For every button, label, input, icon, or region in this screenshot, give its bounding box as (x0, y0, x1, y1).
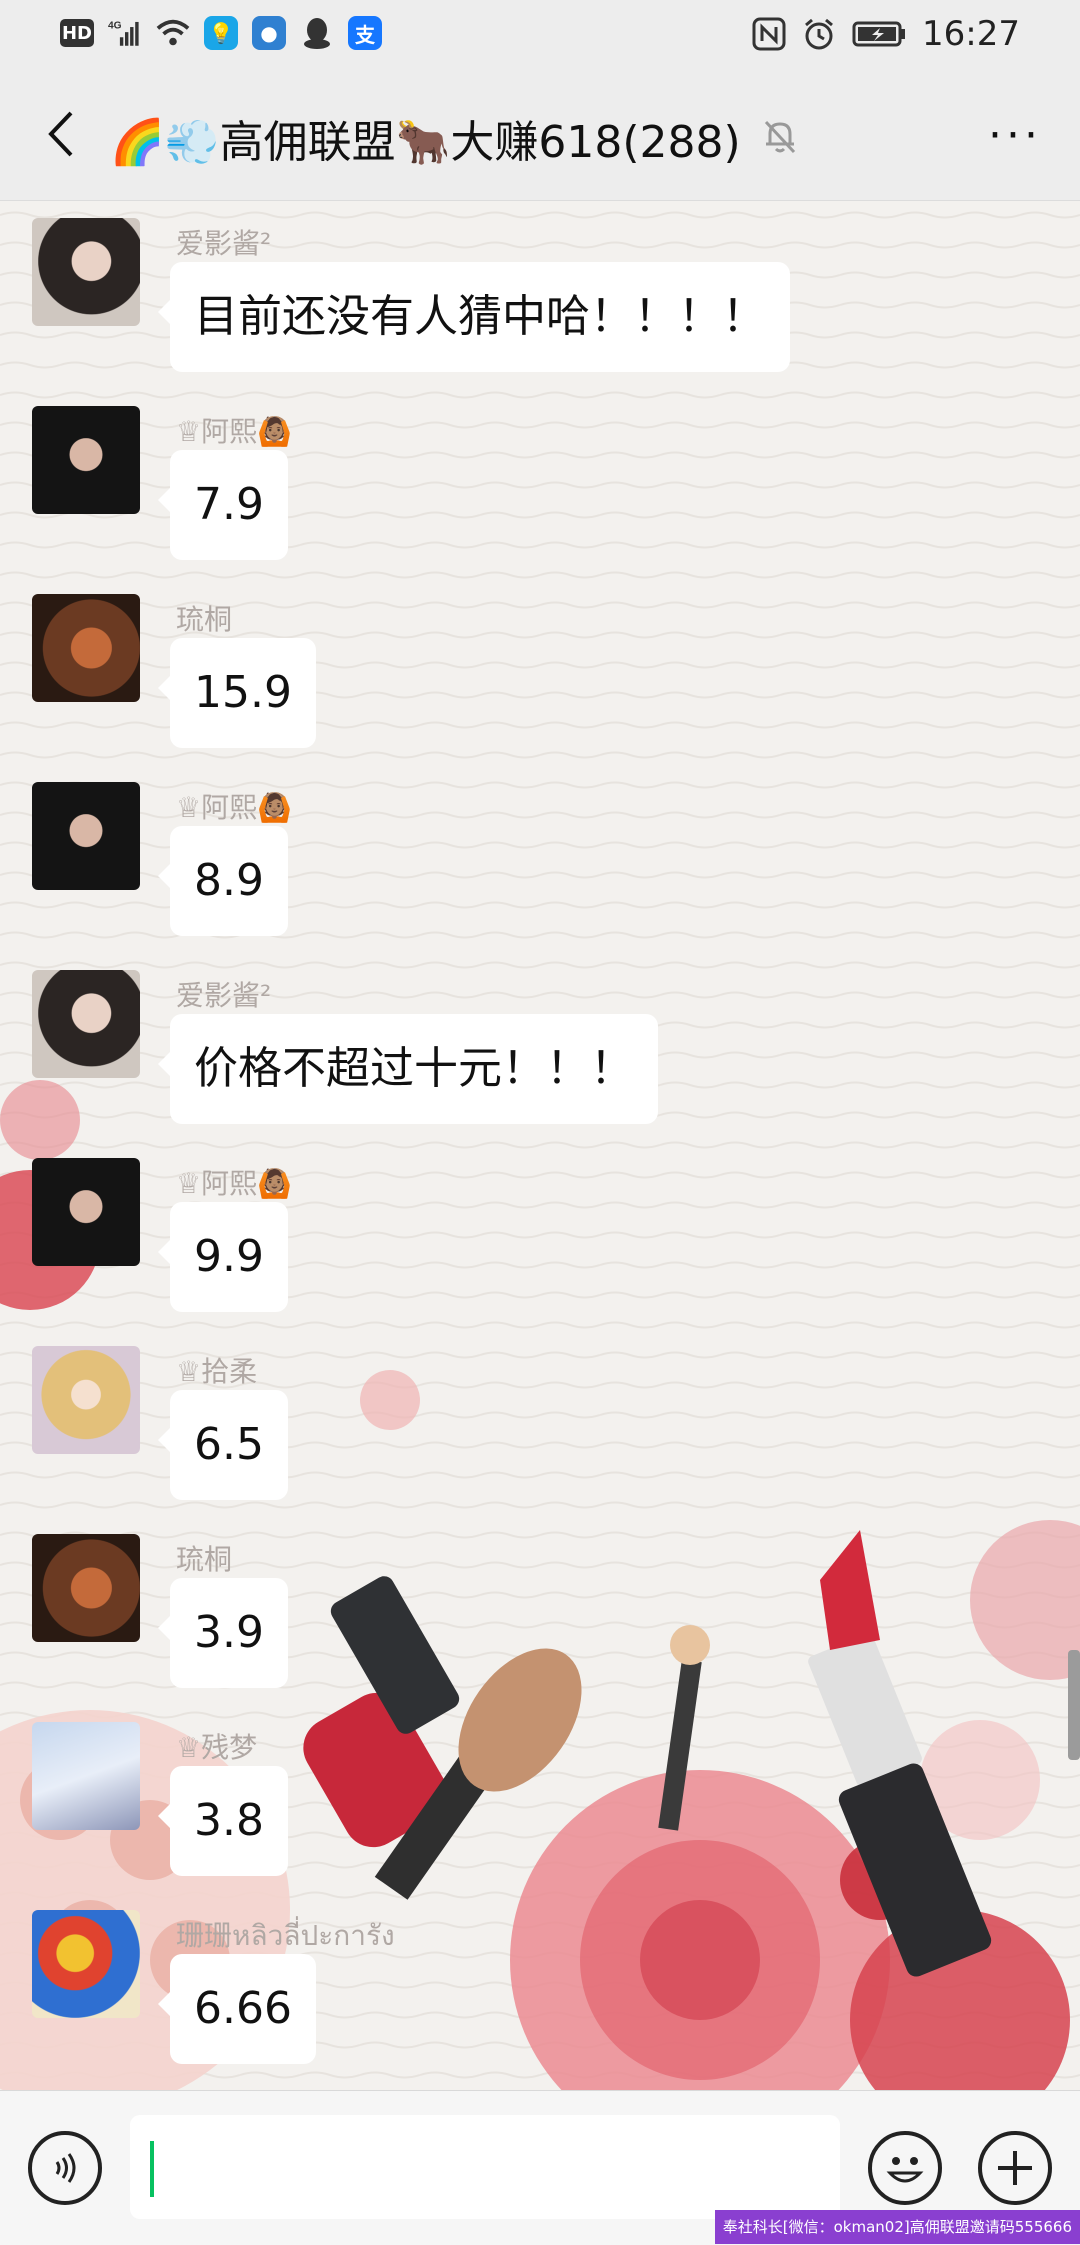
watermark-text: 奉社科长[微信：okman02]高佣联盟邀请码555666 (714, 2210, 1080, 2244)
status-time: 16:27 (922, 14, 1020, 54)
message-bubble[interactable]: 3.9 (158, 1578, 288, 1688)
message-bubble[interactable]: 7.9 (158, 450, 288, 560)
avatar[interactable] (32, 1534, 140, 1642)
avatar[interactable] (32, 1346, 140, 1454)
message-row: ♕拾柔 6.5 (0, 1328, 1080, 1516)
battery-icon (852, 17, 906, 51)
avatar[interactable] (32, 782, 140, 890)
emoji-button[interactable] (868, 2131, 942, 2205)
chat-title: 🌈💨高佣联盟🐂大赚618(288) (110, 117, 741, 168)
sender-name: 珊珊หลิวลี่ปะการัง (176, 1919, 395, 1952)
qq-icon (300, 16, 334, 50)
sender-name: ♕阿熙🙆🏽 (176, 415, 292, 448)
avatar[interactable] (32, 970, 140, 1078)
message-bubble[interactable]: 8.9 (158, 826, 288, 936)
message-row: 爱影酱² 目前还没有人猜中哈！！！！ (0, 200, 1080, 388)
avatar[interactable] (32, 1910, 140, 2018)
message-bubble[interactable]: 15.9 (158, 638, 316, 748)
avatar[interactable] (32, 1722, 140, 1830)
message-row: ♕阿熙🙆🏽 7.9 (0, 388, 1080, 576)
alarm-icon (802, 17, 836, 51)
chat-header: 🌈💨高佣联盟🐂大赚618(288) ··· (0, 70, 1080, 201)
chevron-left-icon (48, 111, 73, 157)
avatar[interactable] (32, 406, 140, 514)
scrollbar[interactable] (1068, 1650, 1080, 1760)
robot-app-icon: ● (252, 16, 286, 50)
voice-input-button[interactable] (28, 2131, 102, 2205)
sender-name: ♕阿熙🙆🏽 (176, 791, 292, 824)
text-cursor (150, 2141, 154, 2197)
mute-bell-icon (764, 120, 796, 154)
sender-name: ♕拾柔 (176, 1355, 258, 1388)
avatar[interactable] (32, 594, 140, 702)
plus-icon (998, 2151, 1032, 2185)
message-row: 爱影酱² 价格不超过十元！！！ (0, 952, 1080, 1140)
hd-icon: HD (60, 19, 94, 47)
signal-icon: 4G (108, 16, 142, 50)
voice-icon (55, 2153, 76, 2183)
status-bar: HD 4G 💡 ● 支 16:27 (0, 0, 1080, 70)
wifi-icon (156, 16, 190, 50)
message-row: 琉桐 15.9 (0, 576, 1080, 764)
back-button[interactable] (30, 104, 90, 164)
message-row: ♕残梦 3.8 (0, 1704, 1080, 1892)
message-row: 珊珊หลิวลี่ปะการัง 6.66 (0, 1892, 1080, 2080)
message-bubble[interactable]: 6.5 (158, 1390, 288, 1500)
avatar[interactable] (32, 218, 140, 326)
message-bubble[interactable]: 9.9 (158, 1202, 288, 1312)
sender-name: 琉桐 (176, 1543, 233, 1576)
message-row: 琉桐 3.9 (0, 1516, 1080, 1704)
svg-text:4G: 4G (108, 21, 122, 32)
sender-name: ♕残梦 (176, 1731, 258, 1764)
sender-name: 爱影酱² (176, 227, 272, 260)
message-bubble[interactable]: 目前还没有人猜中哈！！！！ (158, 262, 790, 372)
message-list[interactable]: 爱影酱² 目前还没有人猜中哈！！！！ ♕阿熙🙆🏽 7.9 琉桐 15.9 ♕阿熙🙆🏽 8.9 爱… (0, 200, 1080, 2090)
sender-name: ♕阿熙🙆🏽 (176, 1167, 292, 1200)
more-options-button[interactable]: ··· (980, 110, 1050, 161)
avatar[interactable] (32, 1158, 140, 1266)
message-input[interactable] (130, 2115, 840, 2219)
message-bubble[interactable]: 价格不超过十元！！！ (158, 1014, 658, 1124)
smiley-icon (886, 2157, 924, 2183)
message-bubble[interactable]: 6.66 (158, 1954, 316, 2064)
sender-name: 爱影酱² (176, 979, 272, 1012)
more-functions-button[interactable] (978, 2131, 1052, 2205)
message-bubble[interactable]: 3.8 (158, 1766, 288, 1876)
sender-name: 琉桐 (176, 603, 233, 636)
nfc-icon (752, 17, 786, 51)
alipay-icon: 支 (348, 16, 382, 50)
message-row: ♕阿熙🙆🏽 8.9 (0, 764, 1080, 952)
message-row: ♕阿熙🙆🏽 9.9 (0, 1140, 1080, 1328)
bulb-app-icon: 💡 (204, 16, 238, 50)
